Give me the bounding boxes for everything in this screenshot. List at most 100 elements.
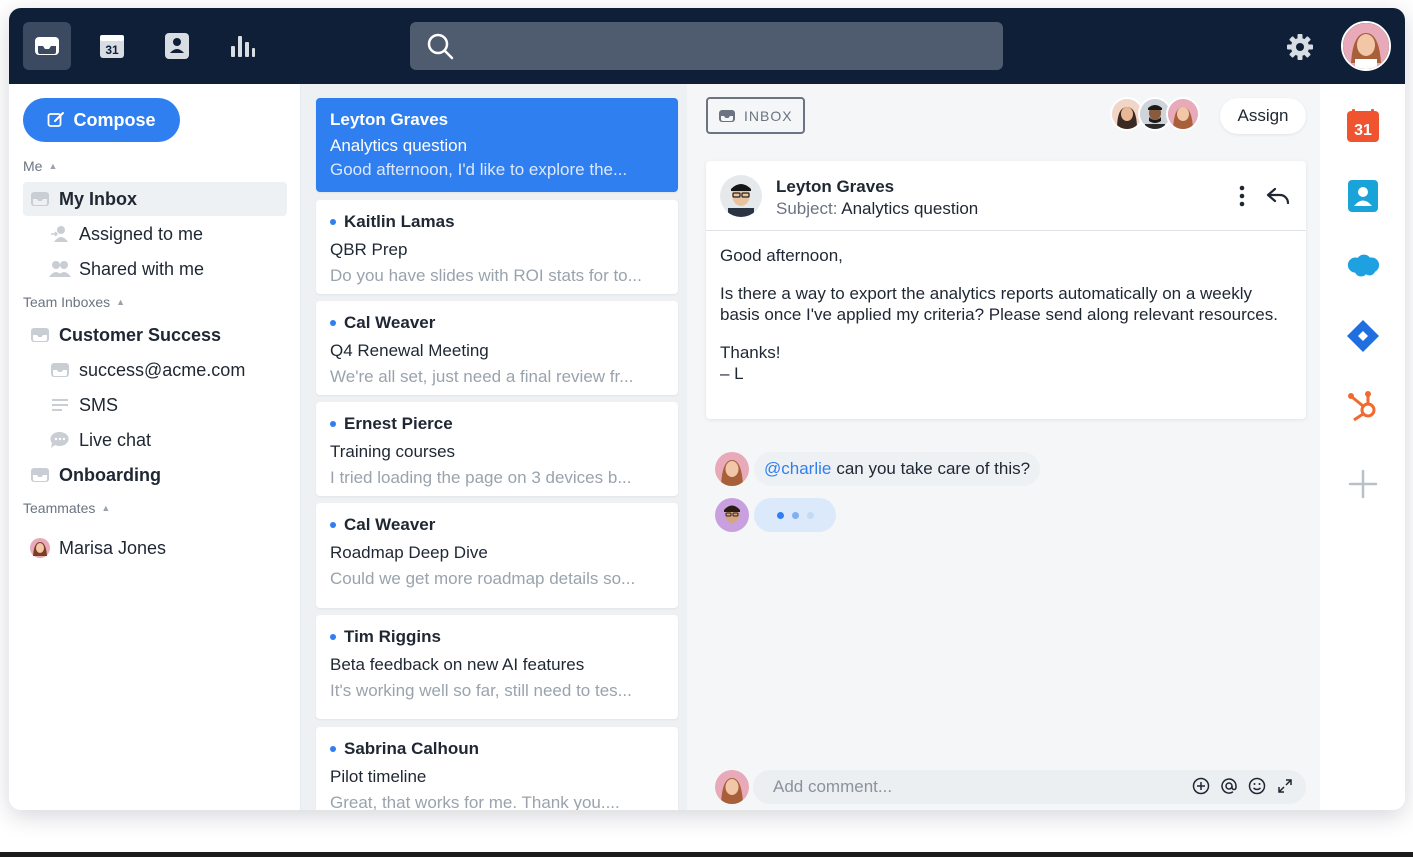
typing-avatar [715,498,749,532]
conversation-preview: Could we get more roadmap details so... [330,569,636,588]
message-body: Good afternoon, Is there a way to export… [706,231,1306,398]
sidebar-item-customer-success[interactable]: Customer Success [23,318,287,352]
chat-icon [49,429,71,451]
more-actions-button[interactable] [1230,183,1254,209]
nav-calendar-button[interactable]: 31 [88,22,136,70]
nav-contacts-button[interactable] [153,22,201,70]
message-header: Leyton Graves Subject: Analytics questio… [706,161,1306,231]
salesforce-integration-button[interactable] [1345,248,1381,284]
inbox-icon [49,359,71,381]
left-sidebar: Compose Me ▲ My Inbox Assigned to me Sha… [9,84,301,810]
sidebar-item-label: Marisa Jones [59,537,167,558]
inbox-icon [29,188,51,210]
team-inboxes-section-label: Team Inboxes [23,294,111,310]
sender-avatar [720,175,762,217]
caret-up-icon: ▲ [48,161,58,171]
contact-integration-button[interactable] [1345,178,1381,214]
conversation-sender: Leyton Graves [330,110,449,129]
calendar-integration-button[interactable]: 31 [1345,108,1381,144]
unread-dot [330,634,336,640]
integrations-rail: 31 [1320,84,1405,810]
message-card: Leyton Graves Subject: Analytics questio… [706,161,1306,419]
teammates-section-toggle[interactable]: Teammates ▲ [23,500,110,516]
conversation-item[interactable]: Ernest Pierce Training courses I tried l… [316,402,678,496]
nav-inbox-button[interactable] [23,22,71,70]
calendar-day: 31 [105,43,119,57]
conversation-item[interactable]: Leyton Graves Analytics question Good af… [316,98,678,192]
conversation-list: Leyton Graves Analytics question Good af… [301,84,687,810]
search-bar[interactable] [410,22,1003,70]
hubspot-icon [1348,391,1376,422]
conversation-subject: Beta feedback on new AI features [330,655,585,674]
nav-analytics-button[interactable] [218,22,266,70]
my-avatar [715,770,749,804]
subject-prefix: Subject: [776,199,838,218]
add-integration-button[interactable] [1345,466,1381,502]
emoji-icon[interactable] [1248,777,1266,795]
jira-integration-button[interactable] [1345,318,1381,354]
gear-icon [1287,34,1313,60]
more-vertical-icon [1239,185,1245,207]
assigned-icon [49,223,71,245]
assignee-avatars[interactable] [1110,97,1200,133]
sidebar-item-onboarding[interactable]: Onboarding [23,458,287,492]
assignee-avatar [1166,97,1200,131]
conversation-subject: Pilot timeline [330,767,427,786]
conversation-item[interactable]: Sabrina Calhoun Pilot timeline Great, th… [316,727,678,810]
hubspot-integration-button[interactable] [1345,388,1381,424]
search-input[interactable] [466,37,966,55]
conversation-preview: Good afternoon, I'd like to explore the.… [330,160,628,179]
team-inboxes-section-toggle[interactable]: Team Inboxes ▲ [23,294,125,310]
conversation-item[interactable]: Cal Weaver Roadmap Deep Dive Could we ge… [316,503,678,608]
calendar-icon: 31 [1347,109,1379,142]
shared-icon [49,258,71,280]
conversation-subject: Roadmap Deep Dive [330,543,488,562]
mention-icon[interactable] [1220,777,1238,795]
contacts-icon [165,33,189,59]
reply-button[interactable] [1264,183,1292,209]
conversation-item[interactable]: Kaitlin Lamas QBR Prep Do you have slide… [316,200,678,294]
sidebar-item-label: My Inbox [59,188,138,209]
compose-button[interactable]: Compose [23,98,180,142]
conversation-preview: We're all set, just need a final review … [330,367,634,386]
unread-dot [330,421,336,427]
add-attachment-icon[interactable] [1192,777,1210,795]
message-subject: Subject: Analytics question [776,199,978,219]
sidebar-item-my-inbox[interactable]: My Inbox [23,182,287,216]
user-avatar[interactable] [1341,21,1391,71]
sidebar-item-live-chat[interactable]: Live chat [23,423,287,457]
conversation-sender: Cal Weaver [344,313,436,332]
caret-up-icon: ▲ [116,297,126,307]
teammate-avatar [29,537,51,559]
comment-actions [1192,777,1294,795]
sidebar-item-shared-with-me[interactable]: Shared with me [23,252,287,286]
compose-label: Compose [73,109,156,130]
sidebar-item-success-acme[interactable]: success@acme.com [23,353,287,387]
conversation-preview: Do you have slides with ROI stats for to… [330,266,642,285]
comment-mention[interactable]: @charlie [764,459,831,479]
top-bar: 31 [9,8,1405,84]
conversation-preview: I tried loading the page on 3 devices b.… [330,468,632,487]
inbox-icon [29,464,51,486]
me-section-toggle[interactable]: Me ▲ [23,158,57,174]
comment-bubble: @charlie can you take care of this? [754,452,1041,486]
assign-button[interactable]: Assign [1220,98,1306,134]
conversation-item[interactable]: Tim Riggins Beta feedback on new AI feat… [316,615,678,719]
conversation-item[interactable]: Cal Weaver Q4 Renewal Meeting We're all … [316,301,678,395]
conversation-preview: It's working well so far, still need to … [330,681,632,700]
inbox-icon [35,37,59,55]
inbox-tag-label: INBOX [744,107,793,124]
subject-value: Analytics question [841,199,979,218]
sidebar-item-marisa-jones[interactable]: Marisa Jones [23,531,287,565]
conversation-subject: Q4 Renewal Meeting [330,341,489,360]
sidebar-item-assigned-to-me[interactable]: Assigned to me [23,217,287,251]
sidebar-item-label: Onboarding [59,464,161,485]
analytics-icon [231,36,255,57]
comment-input[interactable] [773,777,1173,797]
inbox-tag[interactable]: INBOX [706,97,805,134]
sidebar-item-sms[interactable]: SMS [23,388,287,422]
message-greeting: Good afternoon, [720,246,843,265]
sidebar-item-label: SMS [79,394,119,415]
expand-icon[interactable] [1276,777,1294,795]
settings-button[interactable] [1283,30,1317,64]
